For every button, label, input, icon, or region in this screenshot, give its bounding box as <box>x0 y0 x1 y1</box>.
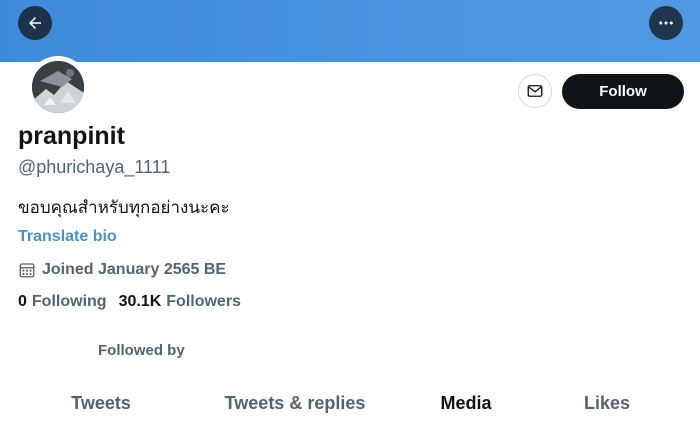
avatar-frame[interactable] <box>27 56 89 118</box>
more-options-button[interactable] <box>649 6 683 40</box>
followers-count: 30.1K <box>118 293 162 310</box>
back-button[interactable] <box>18 6 52 40</box>
display-name: pranpinit <box>18 122 125 150</box>
avatar <box>32 61 84 113</box>
profile-bio: ขอบคุณสำหรับทุกอย่างนะคะ <box>18 198 230 218</box>
profile-banner <box>0 0 700 62</box>
calendar-icon <box>19 263 35 278</box>
follow-button[interactable]: Follow <box>562 74 684 109</box>
tab-likes[interactable]: Likes <box>584 393 630 414</box>
avatar-image <box>32 61 84 113</box>
joined-text: Joined January 2565 BE <box>42 261 227 278</box>
profile-tabs: Tweets Tweets & replies Media Likes <box>0 385 700 422</box>
followed-by-label: Followed by <box>98 342 185 359</box>
translate-bio-link[interactable]: Translate bio <box>18 228 117 246</box>
followers-link[interactable]: 30.1K Followers <box>119 293 241 311</box>
arrow-left-icon <box>29 17 41 29</box>
tab-media[interactable]: Media <box>440 393 491 414</box>
following-link[interactable]: 0 Following <box>18 293 107 311</box>
message-button[interactable] <box>518 74 552 108</box>
follow-stats: 0 Following 30.1K Followers <box>18 293 241 311</box>
followers-label: Followers <box>166 293 241 310</box>
user-handle: @phurichaya_1111 <box>18 157 171 177</box>
following-count: 0 <box>18 293 27 310</box>
joined-date: Joined January 2565 BE <box>18 261 226 279</box>
following-label: Following <box>31 293 107 310</box>
more-horizontal-icon <box>659 21 673 25</box>
tab-tweets-and-replies[interactable]: Tweets & replies <box>225 393 366 414</box>
tab-tweets[interactable]: Tweets <box>71 393 131 414</box>
envelope-icon <box>527 85 543 97</box>
